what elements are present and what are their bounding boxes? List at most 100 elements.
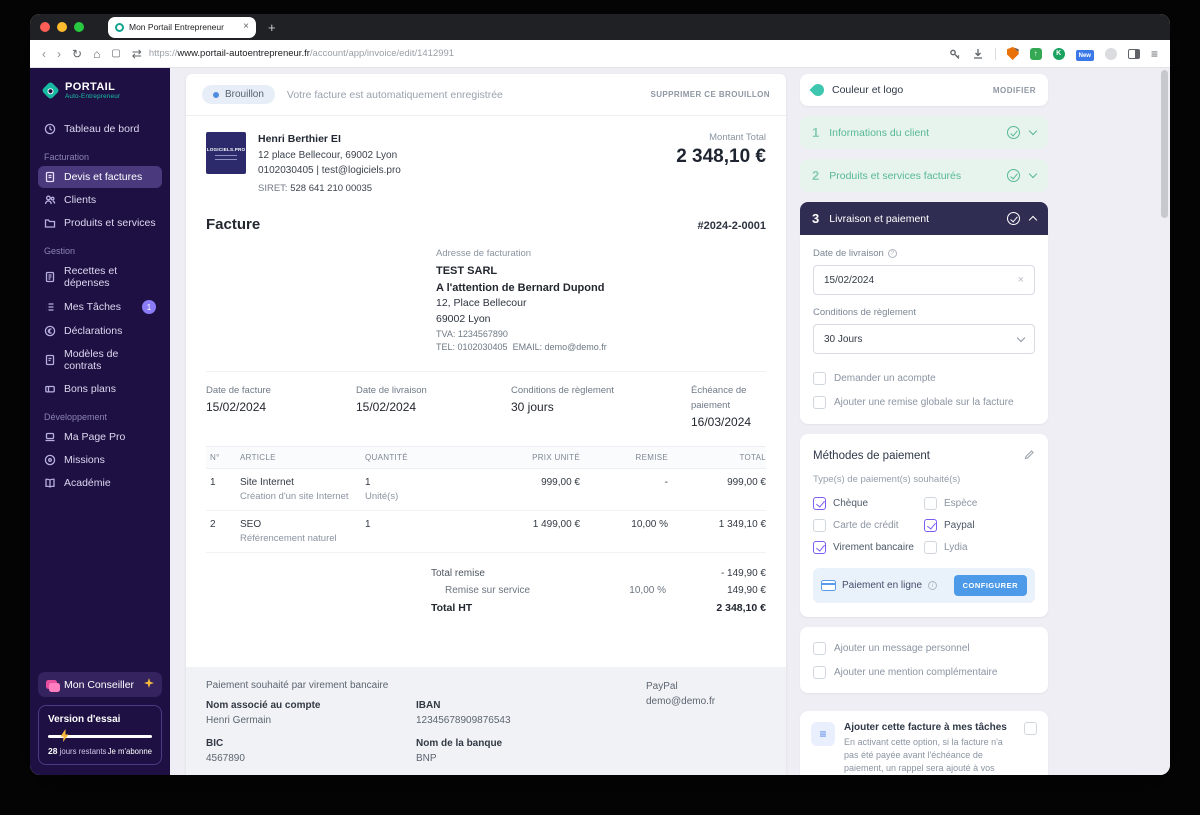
invoice-preview-card: Brouillon Votre facture est automatiquem… — [186, 74, 786, 775]
profile-avatar[interactable] — [1104, 47, 1117, 60]
sidebar-item-missions[interactable]: Missions — [38, 449, 162, 471]
cheque-checkbox[interactable] — [813, 497, 826, 510]
minimize-window-button[interactable] — [57, 22, 67, 32]
browser-menu-icon[interactable]: ≡ — [1151, 47, 1158, 61]
password-key-icon[interactable] — [949, 48, 961, 60]
company-siret: SIRET: 528 641 210 00035 — [258, 182, 373, 194]
draft-status-bar: Brouillon Votre facture est automatiquem… — [186, 74, 786, 116]
acompte-checkbox[interactable] — [813, 372, 826, 385]
sidebar-item-declarations[interactable]: Déclarations — [38, 320, 162, 342]
extension-green-square-icon[interactable]: ↑ — [1029, 47, 1042, 60]
option-paypal[interactable]: Paypal — [924, 519, 1035, 532]
color-logo-card: Couleur et logo MODIFIER — [800, 74, 1048, 106]
acompte-checkbox-row[interactable]: Demander un acompte — [813, 372, 1035, 385]
sidebar-item-mes-taches[interactable]: Mes Tâches 1 — [38, 295, 162, 319]
personal-message-checkbox[interactable] — [813, 642, 826, 655]
url-bar[interactable]: ⇄ https://www.portail-autoentrepreneur.f… — [132, 48, 938, 60]
option-espece[interactable]: Espèce — [924, 497, 1035, 510]
sidebar-item-ma-page-pro[interactable]: Ma Page Pro — [38, 426, 162, 448]
company-info: Henri Berthier EI 12 place Bellecour, 69… — [258, 132, 401, 196]
paypal-checkbox[interactable] — [924, 519, 937, 532]
delivery-date-input[interactable]: 15/02/2024 × — [813, 265, 1035, 295]
fullscreen-window-button[interactable] — [74, 22, 84, 32]
virement-checkbox[interactable] — [813, 541, 826, 554]
table-header: N° ARTICLE QUANTITÉ PRIX UNITÉ REMISE TO… — [206, 446, 766, 470]
step-livraison-paiement[interactable]: 3 Livraison et paiement — [800, 202, 1048, 235]
option-cheque[interactable]: Chèque — [813, 497, 924, 510]
chevron-up-icon[interactable] — [1028, 215, 1038, 225]
sidebar-item-devis-et-factures[interactable]: Devis et factures — [38, 166, 162, 189]
payment-methods-card: Méthodes de paiement Type(s) de paiement… — [800, 434, 1048, 617]
close-window-button[interactable] — [40, 22, 50, 32]
lydia-checkbox[interactable] — [924, 541, 937, 554]
trial-days-remaining: 28 jours restants — [48, 746, 107, 756]
sidebar-item-modeles-de-contrats[interactable]: Modèles de contrats — [38, 343, 162, 377]
sidebar-item-bons-plans[interactable]: Bons plans — [38, 378, 162, 400]
extension-new-badge[interactable]: New — [1075, 50, 1094, 61]
sidebar-item-clients[interactable]: Clients — [38, 189, 162, 211]
personal-message-row[interactable]: Ajouter un message personnel — [813, 642, 1035, 655]
global-discount-checkbox-row[interactable]: Ajouter une remise globale sur la factur… — [813, 396, 1035, 409]
back-icon[interactable]: ‹ — [42, 48, 46, 60]
sidebar-item-produits-et-services[interactable]: Produits et services — [38, 212, 162, 234]
option-lydia[interactable]: Lydia — [924, 541, 1035, 554]
scrollbar-thumb[interactable] — [1161, 70, 1168, 218]
company-contact: 0102030405 | test@logiciels.pro — [258, 164, 401, 176]
tab-close-icon[interactable]: × — [243, 22, 249, 32]
logo-title: PORTAIL — [65, 81, 116, 93]
extra-mention-row[interactable]: Ajouter une mention complémentaire — [813, 666, 1035, 679]
subscribe-link[interactable]: Je m'abonne — [108, 747, 152, 756]
carte-credit-checkbox[interactable] — [813, 519, 826, 532]
step-informations-client[interactable]: 1 Informations du client — [800, 116, 1048, 149]
global-discount-checkbox[interactable] — [813, 396, 826, 409]
edit-pencil-icon[interactable] — [1024, 447, 1035, 465]
logo-subtitle: Auto-Entrepreneur — [65, 93, 121, 101]
configure-button[interactable]: CONFIGURER — [953, 575, 1027, 596]
home-icon[interactable]: ⌂ — [93, 48, 100, 60]
delete-draft-button[interactable]: SUPPRIMER CE BROUILLON — [651, 90, 770, 99]
side-panel-icon[interactable] — [1127, 48, 1140, 59]
step-produits-services[interactable]: 2 Produits et services facturés — [800, 159, 1048, 192]
credit-card-icon — [821, 580, 836, 591]
toolbar-divider — [994, 47, 996, 60]
extra-mention-checkbox[interactable] — [813, 666, 826, 679]
chevron-down-icon[interactable] — [1028, 126, 1038, 136]
adblock-shield-icon[interactable] — [1006, 47, 1019, 60]
chevron-down-icon[interactable] — [1028, 169, 1038, 179]
download-icon[interactable] — [972, 48, 984, 60]
forward-icon[interactable]: › — [57, 48, 61, 60]
browser-window: Mon Portail Entrepreneur × + ‹ › ↻ ⌂ ▢ ⇄… — [30, 14, 1170, 775]
sidebar-item-academie[interactable]: Académie — [38, 472, 162, 494]
sidebar-item-tableau-de-bord[interactable]: Tableau de bord — [38, 118, 162, 140]
tab-strip: Mon Portail Entrepreneur × + — [30, 14, 1170, 40]
info-icon[interactable]: i — [928, 581, 938, 590]
sidebar-item-recettes-et-depenses[interactable]: Recettes et dépenses — [38, 260, 162, 294]
clear-date-icon[interactable]: × — [1018, 274, 1024, 286]
billing-company: TEST SARL — [436, 265, 498, 278]
billing-street: 12, Place Bellecour — [436, 297, 527, 310]
trial-title: Version d'essai — [48, 714, 121, 725]
add-to-tasks-card: ≡ Ajouter cette facture à mes tâches En … — [800, 711, 1048, 775]
option-carte-credit[interactable]: Carte de crédit — [813, 519, 924, 532]
extension-green-circle-icon[interactable]: K — [1052, 47, 1065, 60]
delivery-payment-form: Date de livraison ? 15/02/2024 × Conditi… — [800, 235, 1048, 424]
espece-checkbox[interactable] — [924, 497, 937, 510]
modify-button[interactable]: MODIFIER — [993, 86, 1036, 95]
app-logo[interactable]: PORTAIL Auto-Entrepreneur — [30, 68, 170, 111]
option-virement[interactable]: Virement bancaire — [813, 541, 924, 554]
url-scheme: https:// — [148, 48, 178, 59]
help-icon[interactable]: ? — [887, 249, 897, 258]
browser-tab[interactable]: Mon Portail Entrepreneur × — [108, 16, 256, 38]
add-to-tasks-checkbox[interactable] — [1024, 722, 1037, 735]
reload-icon[interactable]: ↻ — [72, 48, 82, 60]
trial-progress-bar — [48, 729, 152, 742]
payment-options-grid: Chèque Espèce Carte de crédit Paypal Vir… — [813, 488, 1035, 554]
new-tab-button[interactable]: + — [268, 20, 276, 35]
spark-icon — [144, 678, 154, 691]
payment-terms-select[interactable]: 30 Jours — [813, 324, 1035, 354]
site-favicon-icon — [115, 22, 124, 32]
save-page-icon[interactable]: ▢ — [111, 48, 120, 59]
deals-icon — [44, 383, 56, 395]
mon-conseiller-button[interactable]: Mon Conseiller — [38, 672, 162, 697]
site-connection-icon[interactable]: ⇄ — [132, 48, 142, 60]
